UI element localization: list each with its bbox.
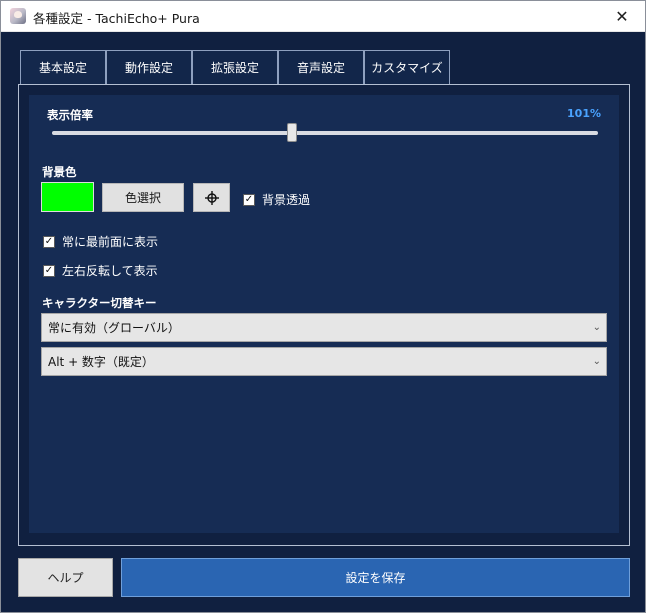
switch-mode-select[interactable]: 常に有効（グローバル） ⌄ — [41, 313, 607, 342]
tab-extension[interactable]: 拡張設定 — [192, 50, 278, 84]
flip-horizontal-label: 左右反転して表示 — [62, 264, 158, 278]
tab-voice[interactable]: 音声設定 — [278, 50, 364, 84]
app-icon — [10, 8, 26, 24]
display-scale-slider-thumb[interactable] — [287, 123, 298, 142]
settings-panel-content: 表示倍率 101% 背景色 色選択 ✓ 背景透過 ✓ 常に最前面に表示 ✓ 左右… — [29, 95, 619, 533]
checkbox-box[interactable]: ✓ — [243, 193, 255, 206]
chevron-down-icon: ⌄ — [592, 356, 601, 367]
character-switch-key-label: キャラクター切替キー — [42, 296, 157, 310]
color-select-button[interactable]: 色選択 — [102, 183, 184, 212]
chevron-down-icon: ⌄ — [592, 322, 601, 333]
background-transparent-label: 背景透過 — [262, 193, 311, 207]
crosshair-icon — [204, 190, 219, 205]
flip-horizontal-checkbox[interactable]: ✓ 左右反転して表示 — [43, 262, 158, 279]
checkbox-box[interactable]: ✓ — [43, 235, 55, 248]
save-settings-button[interactable]: 設定を保存 — [121, 558, 630, 597]
tab-customize[interactable]: カスタマイズ — [364, 50, 450, 84]
switch-mode-value: 常に有効（グローバル） — [48, 321, 180, 335]
always-on-top-label: 常に最前面に表示 — [62, 235, 159, 249]
close-button[interactable]: ✕ — [599, 1, 645, 32]
window-title: 各種設定 - TachiEcho+ Pura — [33, 11, 200, 26]
settings-window: 各種設定 - TachiEcho+ Pura ✕ 基本設定 動作設定 拡張設定 … — [0, 0, 646, 613]
tab-behavior[interactable]: 動作設定 — [106, 50, 192, 84]
help-button[interactable]: ヘルプ — [18, 558, 113, 597]
always-on-top-checkbox[interactable]: ✓ 常に最前面に表示 — [43, 233, 158, 250]
title-bar[interactable]: 各種設定 - TachiEcho+ Pura ✕ — [1, 1, 645, 32]
background-color-swatch — [41, 182, 94, 212]
tab-bar: 基本設定 動作設定 拡張設定 音声設定 カスタマイズ — [20, 50, 450, 84]
display-scale-slider-track[interactable] — [52, 131, 598, 135]
switch-key-value: Alt + 数字（既定） — [48, 355, 154, 369]
display-scale-value: 101% — [567, 107, 601, 120]
background-color-label: 背景色 — [42, 165, 77, 179]
display-scale-label: 表示倍率 — [47, 108, 93, 122]
tab-basic[interactable]: 基本設定 — [20, 50, 106, 84]
color-picker-button[interactable] — [193, 183, 230, 212]
settings-panel: 表示倍率 101% 背景色 色選択 ✓ 背景透過 ✓ 常に最前面に表示 ✓ 左右… — [18, 84, 630, 546]
background-transparent-checkbox[interactable]: ✓ 背景透過 — [243, 191, 310, 208]
switch-key-select[interactable]: Alt + 数字（既定） ⌄ — [41, 347, 607, 376]
checkbox-box[interactable]: ✓ — [43, 264, 55, 277]
